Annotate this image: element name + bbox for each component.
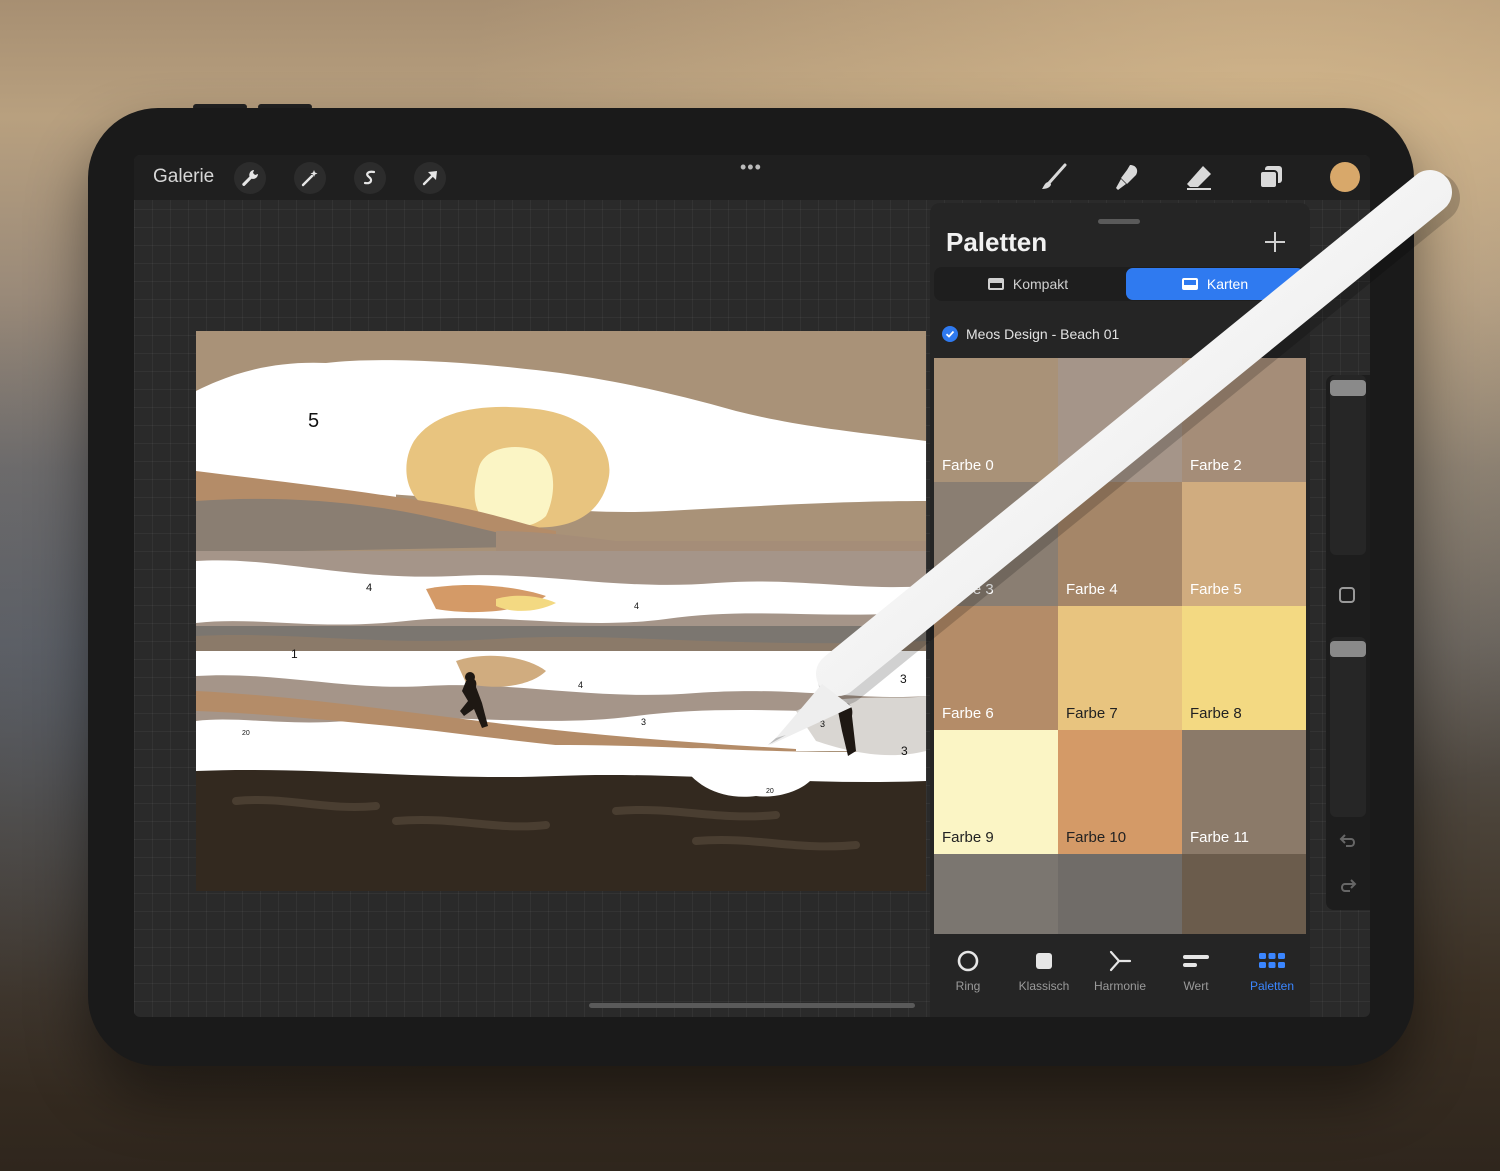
modify-square-icon[interactable] xyxy=(1339,587,1355,603)
swatch-label: Farbe 10 xyxy=(1066,829,1127,846)
segment-kompakt[interactable]: Kompakt xyxy=(936,268,1120,300)
more-options-icon[interactable]: ••• xyxy=(740,157,762,178)
selection-icon[interactable] xyxy=(354,162,386,194)
redo-icon[interactable] xyxy=(1338,875,1358,900)
brush-opacity-thumb[interactable] xyxy=(1330,641,1366,657)
palette-swatch[interactable]: Farbe 10 xyxy=(1058,730,1182,854)
palette-swatch[interactable]: Farbe 4 xyxy=(1058,482,1182,606)
region-number: 3 xyxy=(900,672,907,686)
tab-harmonie[interactable]: Harmonie xyxy=(1082,937,1158,1017)
palette-header[interactable]: Meos Design - Beach 01 xyxy=(942,326,1119,342)
region-number: 3 xyxy=(820,719,825,729)
harmony-icon xyxy=(1109,950,1132,972)
magic-wand-icon[interactable] xyxy=(294,162,326,194)
canvas-artwork[interactable]: 5 4 4 1 4 3 3 3 3 20 20 xyxy=(196,331,926,891)
segment-label: Karten xyxy=(1206,276,1249,292)
palette-swatch[interactable]: Farbe 1 xyxy=(1058,358,1182,482)
tab-label: Paletten xyxy=(1249,979,1295,993)
swatch-label: Farbe 9 xyxy=(942,829,994,846)
region-number: 5 xyxy=(308,410,319,432)
swatch-label: Farbe 6 xyxy=(942,705,994,722)
classic-square-icon xyxy=(1036,953,1052,969)
layers-icon[interactable] xyxy=(1254,160,1288,194)
procreate-screen: Galerie ••• 5 4 4 1 4 3 3 3 3 20 20 Pale… xyxy=(134,155,1370,1017)
region-number: 1 xyxy=(291,647,298,661)
palette-swatch[interactable]: Farbe 7 xyxy=(1058,606,1182,730)
transform-arrow-icon[interactable] xyxy=(414,162,446,194)
palette-swatch[interactable] xyxy=(1182,854,1306,934)
palettes-grid-icon xyxy=(1259,953,1285,968)
palette-swatch[interactable]: Farbe 0 xyxy=(934,358,1058,482)
tab-label: Wert xyxy=(1183,979,1209,993)
checkmark-icon[interactable] xyxy=(942,326,958,342)
palette-swatch[interactable]: Farbe 6 xyxy=(934,606,1058,730)
palette-swatch[interactable]: Farbe 8 xyxy=(1182,606,1306,730)
brush-size-slider[interactable] xyxy=(1330,375,1366,555)
smudge-icon[interactable] xyxy=(1110,160,1144,194)
color-panel: Paletten Kompakt Karten Meos Design - Be… xyxy=(930,203,1310,1017)
tab-label: Harmonie xyxy=(1093,979,1147,993)
tab-ring[interactable]: Ring xyxy=(930,937,1006,1017)
eraser-icon[interactable] xyxy=(1182,160,1216,194)
brush-opacity-slider[interactable] xyxy=(1330,637,1366,817)
wrench-icon[interactable] xyxy=(234,162,266,194)
view-mode-segmented-control: Kompakt Karten xyxy=(934,267,1306,301)
swatch-label: Farbe 1 xyxy=(1066,457,1118,474)
palette-swatch[interactable]: Farbe 5 xyxy=(1182,482,1306,606)
brush-size-thumb[interactable] xyxy=(1330,380,1366,396)
swatch-label: Farbe 8 xyxy=(1190,705,1242,722)
region-number: 3 xyxy=(641,717,646,727)
swatch-label: Farbe 3 xyxy=(942,581,994,598)
swatch-label: Farbe 7 xyxy=(1066,705,1118,722)
region-number: 4 xyxy=(578,680,583,690)
region-number: 20 xyxy=(242,730,250,737)
region-number: 3 xyxy=(901,744,908,758)
swatch-label: Farbe 4 xyxy=(1066,581,1118,598)
brush-sliders xyxy=(1326,375,1370,910)
tab-wert[interactable]: Wert xyxy=(1158,937,1234,1017)
color-mode-tabs: Ring Klassisch Harmonie Wert Paletten xyxy=(930,937,1310,1017)
palette-swatch[interactable] xyxy=(934,854,1058,934)
palette-swatch[interactable]: Farbe 3 xyxy=(934,482,1058,606)
cards-icon xyxy=(1181,278,1198,290)
panel-title: Paletten xyxy=(946,227,1048,257)
palette-swatch[interactable] xyxy=(1058,854,1182,934)
ring-icon xyxy=(957,950,979,972)
palette-swatch[interactable]: Farbe 2 xyxy=(1182,358,1306,482)
palette-name: Meos Design - Beach 01 xyxy=(966,326,1120,342)
palette-swatch[interactable]: Farbe 9 xyxy=(934,730,1058,854)
current-color-button[interactable] xyxy=(1330,162,1360,192)
panel-grabber[interactable] xyxy=(1098,219,1140,224)
segment-karten[interactable]: Karten xyxy=(1126,268,1304,300)
tab-label: Klassisch xyxy=(1018,979,1070,993)
undo-icon[interactable] xyxy=(1338,830,1358,855)
tab-paletten[interactable]: Paletten xyxy=(1234,937,1310,1017)
segment-label: Kompakt xyxy=(1012,276,1069,292)
value-sliders-icon xyxy=(1183,955,1209,967)
gallery-button[interactable]: Galerie xyxy=(153,166,214,188)
brush-icon[interactable] xyxy=(1037,160,1071,194)
top-toolbar: Galerie ••• xyxy=(134,155,1370,200)
swatch-label: Farbe 0 xyxy=(942,457,994,474)
home-indicator xyxy=(589,1003,915,1008)
add-palette-icon[interactable] xyxy=(1262,229,1288,255)
tab-klassisch[interactable]: Klassisch xyxy=(1006,937,1082,1017)
swatch-label: Farbe 2 xyxy=(1190,457,1242,474)
compact-card-icon xyxy=(987,278,1004,290)
region-number: 4 xyxy=(634,601,639,611)
tab-label: Ring xyxy=(955,979,981,993)
region-number: 20 xyxy=(766,788,774,795)
region-number: 4 xyxy=(366,582,372,594)
swatch-label: Farbe 5 xyxy=(1190,581,1242,598)
swatch-label: Farbe 11 xyxy=(1190,829,1249,846)
palette-swatch[interactable]: Farbe 11 xyxy=(1182,730,1306,854)
palette-card-grid: Farbe 0 Farbe 1 Farbe 2 Farbe 3 Farbe 4 Farbe… xyxy=(934,358,1306,934)
